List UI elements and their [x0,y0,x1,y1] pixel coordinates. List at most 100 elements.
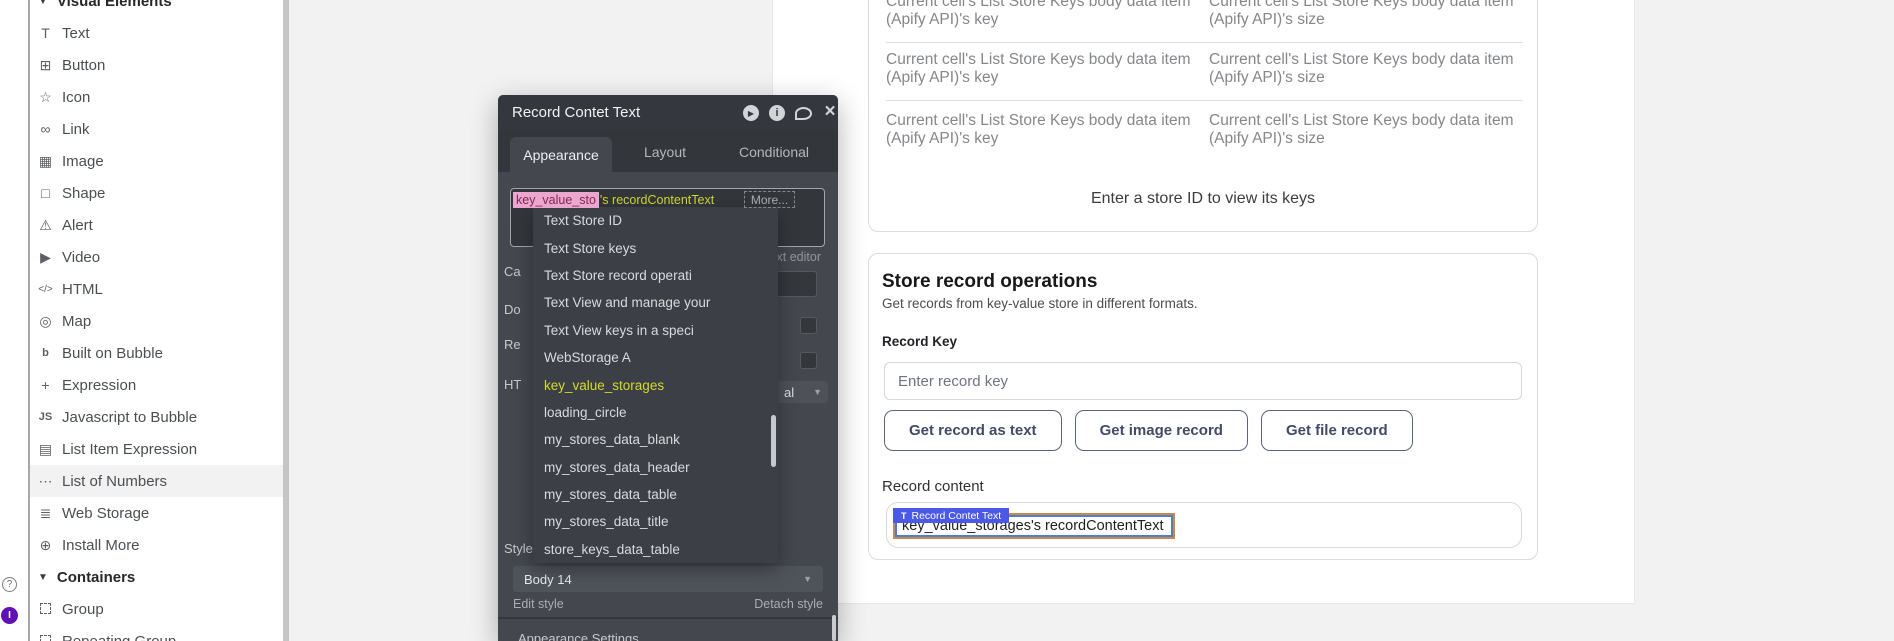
elements-sidebar: ▼ Visual Elements TText⊞Button☆Icon ∞ Link ▦ I… [0,0,283,641]
shape-icon: □ [37,185,54,201]
button-icon: ⊞ [37,57,54,74]
text-icon: T [37,25,54,41]
js-icon: JS [37,411,54,423]
get-image-record-button[interactable]: Get image record [1075,410,1248,451]
dropdown-option[interactable]: loading_circle [533,399,778,426]
expression-token[interactable]: key_value_sto [513,192,599,208]
sidebar-item-label: List Item Expression [62,441,197,458]
sidebar-item-group[interactable]: Group [30,593,283,625]
sidebar-item-html[interactable]: </> HTML [30,273,283,305]
sidebar-scrollbar[interactable] [283,0,289,641]
info-icon[interactable]: i [769,105,785,121]
sidebar-item-label: Alert [62,217,93,234]
dropdown-option[interactable]: WebStorage A [533,344,778,371]
store-size-text[interactable]: Current cell's List Store Keys body data… [1209,112,1539,148]
panel-scrollbar[interactable] [832,615,836,641]
dropdown-option[interactable]: my_stores_data_title [533,508,778,535]
store-keys-card: Current cell's List Store Keys body data… [868,0,1538,232]
expression-more-button[interactable]: More... [744,191,795,208]
edit-style-link[interactable]: Edit style [513,597,564,611]
partial-select[interactable]: al ▼ [778,381,828,403]
expression-suffix[interactable]: 's recordContentText [600,193,714,207]
image-icon: ▦ [37,153,54,170]
detach-style-link[interactable]: Detach style [754,597,823,611]
sidebar-item-button[interactable]: ⊞Button [30,49,283,81]
sidebar-item-video[interactable]: ▶Video [30,241,283,273]
sidebar-item-map[interactable]: ◎Map [30,305,283,337]
field-label-re: Re [504,337,521,352]
checkbox-1[interactable] [800,317,817,334]
comment-icon[interactable] [795,107,812,120]
install-more-icon: ⊕ [37,537,54,554]
section-header-label: Visual Elements [57,0,172,10]
dropdown-scrollbar[interactable] [771,415,776,467]
sidebar-item-javascript-to-bubble[interactable]: JSJavascript to Bubble [30,401,283,433]
preview-play-icon[interactable]: ▶ [743,105,759,121]
tab-conditional[interactable]: Conditional [731,131,817,172]
sidebar-item-label: Built on Bubble [62,345,163,362]
dropdown-option[interactable]: my_stores_data_table [533,481,778,508]
sidebar-item-list-of-numbers[interactable]: ⋯List of Numbers [30,465,283,497]
store-key-text[interactable]: Current cell's List Store Keys body data… [886,0,1216,29]
sidebar-item-built-on-bubble[interactable]: b Built on Bubble [30,337,283,369]
tab-appearance[interactable]: Appearance [510,137,612,172]
section-header-visual-elements[interactable]: ▼ Visual Elements [30,0,283,17]
sidebar-item-link[interactable]: ∞ Link [30,113,283,145]
elements-palette: ▼ Visual Elements TText⊞Button☆Icon ∞ Link ▦ I… [30,0,283,641]
panel-header[interactable]: Record Contet Text ▶ i × [498,95,838,131]
get-record-as-text-button[interactable]: Get record as text [884,410,1062,451]
sidebar-item-list-item-expression[interactable]: ▤List Item Expression [30,433,283,465]
sidebar-item-label: Image [62,153,104,170]
bubble-icon: b [37,347,54,359]
close-icon[interactable]: × [822,105,838,121]
sidebar-item-image[interactable]: ▦ Image [30,145,283,177]
store-key-text[interactable]: Current cell's List Store Keys body data… [886,112,1216,148]
link-icon: ∞ [37,121,54,137]
record-key-input[interactable] [884,362,1522,400]
sidebar-item-install-more[interactable]: ⊕Install More [30,529,283,561]
checkbox-2[interactable] [800,352,817,369]
html-icon: </> [37,284,54,295]
dropdown-option[interactable]: Text Store keys [533,234,778,261]
row-divider [886,42,1523,43]
sidebar-item-web-storage[interactable]: ≣Web Storage [30,497,283,529]
panel-title: Record Contet Text [512,104,640,121]
sidebar-item-repeating-group[interactable]: Repeating Group [30,625,283,641]
triangle-down-icon: ▼ [38,0,48,7]
tab-layout[interactable]: Layout [626,131,704,172]
chevron-down-icon: ▼ [803,574,812,584]
get-file-record-button[interactable]: Get file record [1261,410,1413,451]
dropdown-option[interactable]: Text Store record operati [533,262,778,289]
sidebar-item-label: Shape [62,185,105,202]
store-size-text[interactable]: Current cell's List Store Keys body data… [1209,0,1539,29]
section-header-label: Containers [57,569,135,586]
dropdown-option[interactable]: my_stores_data_blank [533,426,778,453]
dropdown-option[interactable]: Text Store ID [533,207,778,234]
sidebar-item-text[interactable]: TText [30,17,283,49]
section-header-containers[interactable]: ▼Containers [30,561,283,593]
panel-tab-bar: Appearance Layout Conditional [498,131,838,172]
sidebar-item-label: HTML [62,281,103,298]
sidebar-item-label: Web Storage [62,505,149,522]
map-pin-icon: ◎ [37,313,54,330]
dropdown-option[interactable]: key_value_storages [533,371,778,398]
help-icon[interactable]: ? [2,577,17,592]
dropdown-option[interactable]: Text View keys in a speci [533,317,778,344]
field-label-do: Do [504,302,521,317]
field-label-ht: HT [504,377,521,392]
sidebar-item-icon[interactable]: ☆Icon [30,81,283,113]
store-key-text[interactable]: Current cell's List Store Keys body data… [886,51,1216,87]
store-size-text[interactable]: Current cell's List Store Keys body data… [1209,51,1539,87]
dropdown-option[interactable]: store_keys_data_table [533,536,778,563]
sidebar-item-alert[interactable]: ⚠Alert [30,209,283,241]
dropdown-option[interactable]: my_stores_data_header [533,454,778,481]
style-select[interactable]: Body 14 ▼ [513,566,823,592]
sidebar-item-expression[interactable]: +Expression [30,369,283,401]
sidebar-item-shape[interactable]: □ Shape [30,177,283,209]
plus-icon: + [37,377,54,393]
sidebar-item-label: Link [62,121,90,138]
video-icon: ▶ [37,249,54,266]
dropdown-option[interactable]: Text View and manage your [533,289,778,316]
user-badge-icon[interactable]: I [1,607,18,624]
element-badge: T Record Contet Text [893,508,1009,523]
